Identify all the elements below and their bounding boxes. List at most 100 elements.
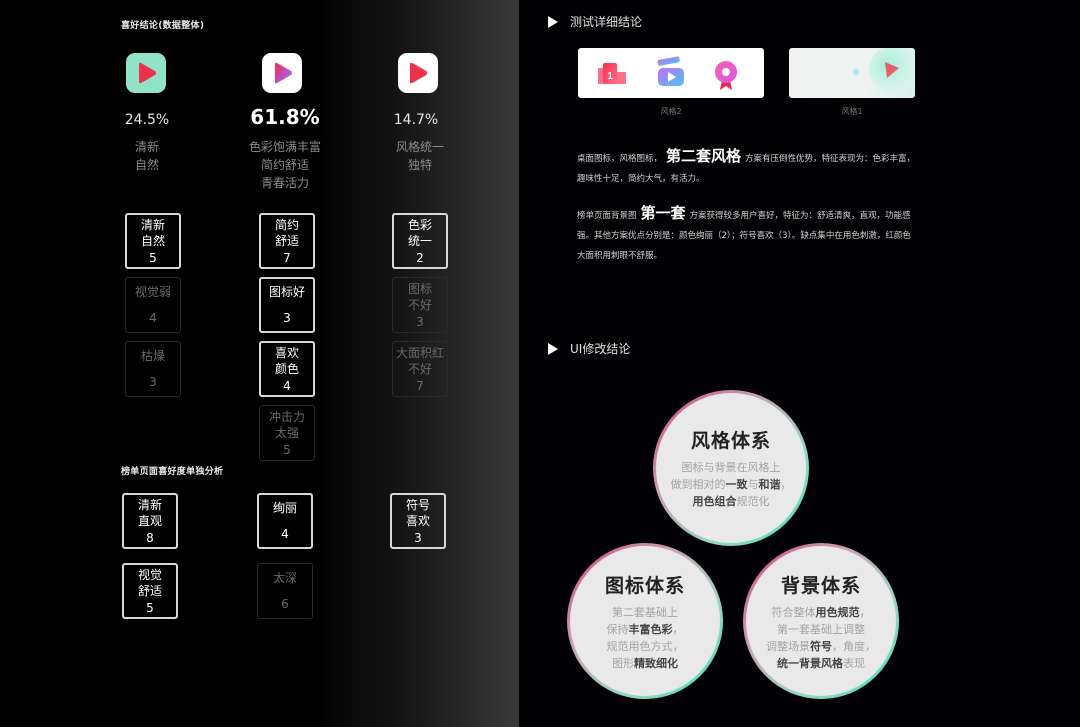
feedback-tag: 冲击力 太强 5 [259, 405, 315, 461]
circle-text: 图形 [612, 656, 634, 670]
tag-label: 视觉弱 [134, 285, 171, 299]
play-icon-red [398, 53, 438, 93]
circle-text-line: 保持丰富色彩， [607, 621, 684, 638]
tag-count: 2 [416, 250, 424, 265]
circle-text-emphasis: 精致细化 [634, 656, 678, 670]
tag-label: 喜欢 [274, 345, 299, 360]
tag-count: 4 [283, 378, 291, 393]
circle-text-line: 统一背景风格表现 [777, 655, 865, 672]
desc-line: 简约舒适 [260, 158, 309, 172]
percent-style-2: 61.8% [250, 105, 320, 129]
tag-count: 3 [283, 311, 291, 325]
svg-text:1: 1 [607, 71, 613, 82]
desc-line: 独特 [407, 158, 432, 172]
circle-text: 保持 [606, 622, 629, 636]
circle-title: 背景体系 [780, 574, 861, 597]
feedback-tag: 图标好 3 [259, 277, 315, 333]
play-icon-mint [126, 53, 166, 93]
circle-text: 符合整体 [771, 605, 816, 619]
para1-pre: 桌面图标，风格图标， [577, 154, 663, 164]
circle-style-system: 风格体系 图标与背景在风格上 做到相对的一致与和谐， 用色组合规范化 [653, 390, 809, 546]
tag-label: 直观 [137, 513, 162, 528]
tag-count: 4 [149, 311, 157, 325]
tag-label: 色彩 [407, 217, 432, 232]
detail-conclusion-header: 测试详细结论 [548, 13, 642, 30]
feedback-tag: 符号 喜欢 3 [390, 493, 446, 549]
circle-text: ， [859, 605, 871, 619]
para1-highlight: 第二套风格 [666, 147, 742, 165]
feedback-tag: 简约 舒适 7 [259, 213, 315, 269]
style1-card [789, 48, 915, 98]
style2-label: 风格2 [660, 107, 682, 116]
left-panel: 喜好结论(数据整体) 24.5% 61.8% 14.7% 清新 自然 色彩饱满丰… [0, 0, 519, 727]
ui-conclusion-header: UI修改结论 [548, 340, 630, 357]
circle-text: 调整场景 [766, 639, 810, 653]
tag-label: 太强 [274, 425, 299, 440]
conclusion-paragraph-1: 桌面图标，风格图标， 第二套风格 方案有压倒性优势，特征表现为：色彩丰富，趣味性十足… [577, 146, 917, 189]
feedback-tag: 清新 自然 5 [125, 213, 181, 269]
circle-text: 做到相对的 [670, 478, 726, 491]
circle-text-emphasis: 用色规范 [815, 605, 860, 619]
tag-label: 太深 [272, 571, 297, 585]
tag-label: 大面积红 [395, 345, 444, 360]
play-triangle-icon [548, 342, 558, 355]
feedback-tag: 太深 6 [257, 563, 313, 619]
play-triangle-icon [548, 15, 558, 28]
tag-count: 6 [281, 597, 289, 611]
circle-text-line: 符合整体用色规范， [772, 604, 871, 621]
desc-line: 风格统一 [395, 140, 444, 154]
rank-1-icon: 1 [598, 63, 626, 84]
circle-text-emphasis: 统一背景风格 [777, 656, 843, 670]
circle-text: ，角度， [832, 639, 876, 653]
circle-title: 图标体系 [604, 574, 685, 597]
tag-label: 舒适 [274, 233, 299, 248]
style2-icons: 1 [598, 56, 737, 90]
circle-icon-system: 图标体系第二套基础上 保持丰富色彩， 规范用色方式， 图形精致细化 [567, 543, 723, 699]
circle-text-emphasis: 符号 [810, 639, 832, 653]
circle-text-emphasis: 用色组合 [692, 495, 737, 508]
feedback-tag: 色彩 统一 2 [392, 213, 448, 269]
circle-text-line: 用色组合规范化 [693, 493, 770, 510]
circle-background-system: 背景体系 符合整体用色规范， 第一套基础上调整 调整场景符号，角度， 统一背景风格表现 [743, 543, 899, 699]
feedback-tag: 大面积红 不好 7 [392, 341, 448, 397]
tag-label: 绚丽 [272, 501, 297, 515]
style1-label: 风格1 [841, 107, 863, 116]
circle-text-line: 做到相对的一致与和谐， [671, 476, 792, 493]
tag-label: 清新 [140, 217, 165, 232]
circle-text: ， [672, 622, 684, 636]
circle-text-line: 第二套基础上 [612, 604, 678, 621]
tag-label: 清新 [137, 497, 162, 512]
ui-conclusion-title: UI修改结论 [570, 342, 631, 356]
percent-style-3: 14.7% [393, 112, 439, 128]
tag-count: 3 [414, 530, 422, 545]
tag-label: 枯燥 [140, 349, 165, 363]
circle-text: 规范化 [736, 495, 770, 508]
feedback-tag: 清新 直观 8 [122, 493, 178, 549]
heart-bubble-icon [852, 68, 860, 76]
desc-line: 青春活力 [260, 176, 309, 190]
circle-text: 第二套基础上 [612, 605, 678, 619]
tag-count: 5 [283, 442, 291, 457]
circle-text: 图标与背景在风格上 [681, 461, 781, 474]
tag-label: 喜欢 [405, 513, 430, 528]
para2-pre: 榜单页面背景图 [577, 211, 637, 221]
feedback-tag: 视觉弱 4 [125, 277, 181, 333]
tag-label: 图标好 [268, 285, 305, 299]
tag-label: 简约 [274, 217, 299, 232]
tag-label: 舒适 [137, 583, 162, 598]
tag-label: 视觉 [137, 567, 162, 582]
circle-text: 第一套基础上调整 [777, 622, 865, 636]
style1-icons [852, 48, 915, 94]
desc-line: 清新 [134, 140, 159, 154]
para2-highlight: 第一套 [640, 204, 686, 222]
tag-count: 4 [281, 527, 289, 541]
circle-text-line: 规范用色方式， [607, 638, 684, 655]
feedback-tag: 喜欢 颜色 4 [259, 341, 315, 397]
circle-text-line: 图形精致细化 [612, 655, 678, 672]
tag-count: 7 [416, 378, 424, 393]
tag-label: 颜色 [274, 361, 299, 376]
play-icon-gradient [262, 53, 302, 93]
tag-count: 5 [146, 600, 154, 615]
tag-count: 7 [283, 250, 291, 265]
overall-preference-title: 喜好结论(数据整体) [121, 21, 205, 31]
